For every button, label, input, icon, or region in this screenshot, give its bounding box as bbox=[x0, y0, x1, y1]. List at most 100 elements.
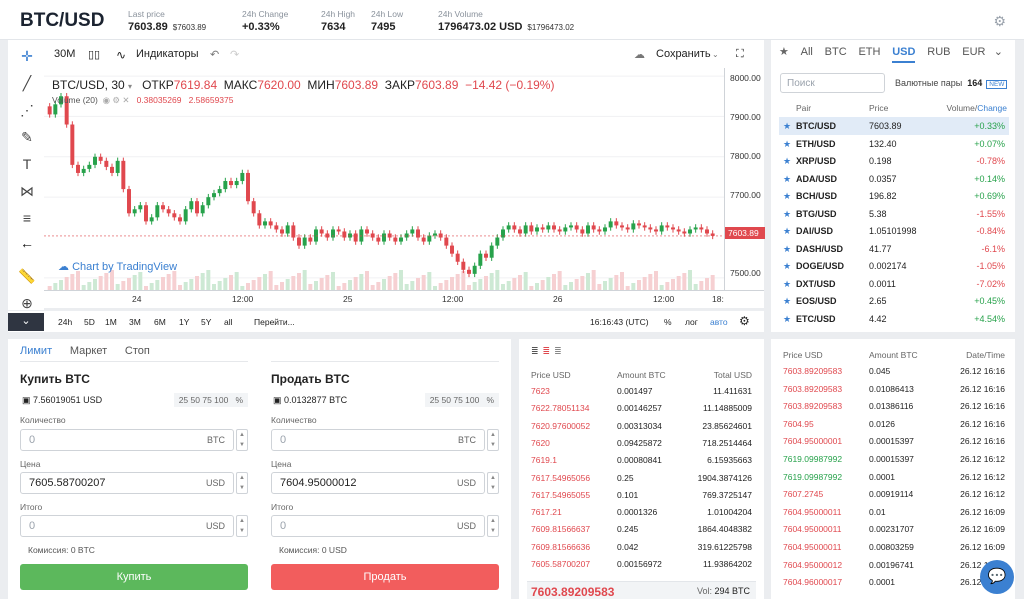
favorite-star-icon[interactable]: ★ bbox=[783, 139, 791, 150]
book-row[interactable]: 7623 0.001497 11.411631 bbox=[531, 386, 752, 400]
sell-price-input[interactable]: 7604.95000012 USD bbox=[271, 472, 485, 494]
buy-percent-picker[interactable]: 25 50 75 100 % bbox=[173, 393, 248, 407]
pattern-tool-icon[interactable]: ⋈ bbox=[17, 181, 37, 201]
buy-price-stepper[interactable]: ▲ ▼ bbox=[236, 472, 248, 494]
tab-eur[interactable]: EUR bbox=[962, 46, 985, 61]
favorite-star-icon[interactable]: ★ bbox=[783, 296, 791, 307]
tabs-chevron-down-icon[interactable]: ⌄ bbox=[994, 45, 1003, 58]
goto-date-button[interactable]: Перейти... bbox=[254, 317, 295, 327]
book-row[interactable]: 7617.21 0.0001326 1.01004204 bbox=[531, 507, 752, 521]
cloud-icon[interactable]: ☁ bbox=[634, 48, 645, 61]
ruler-icon[interactable]: 📏 bbox=[17, 266, 37, 286]
range-6m[interactable]: 6M bbox=[154, 317, 166, 327]
trend-line-icon[interactable]: ╱ bbox=[17, 73, 37, 93]
favorite-star-icon[interactable]: ★ bbox=[783, 279, 791, 290]
percent-toggle[interactable]: % bbox=[664, 317, 672, 327]
market-row[interactable]: ★ XRP/USD 0.198 -0.78% bbox=[779, 152, 1009, 170]
settings-gear-icon[interactable]: ⚙ bbox=[993, 13, 1006, 30]
market-row[interactable]: ★ BCH/USD 196.82 +0.69% bbox=[779, 187, 1009, 205]
candle-style-icon[interactable]: ▯▯ bbox=[88, 48, 100, 61]
time-axis[interactable]: 24 12:00 25 12:00 26 12:00 18: bbox=[44, 290, 764, 308]
tab-all[interactable]: All bbox=[801, 46, 813, 61]
favorite-star-icon[interactable]: ★ bbox=[783, 191, 791, 202]
book-row[interactable]: 7605.58700207 0.00156972 11.93864202 bbox=[531, 559, 752, 573]
sell-total-input[interactable]: 0 USD bbox=[271, 515, 485, 537]
tab-usd[interactable]: USD bbox=[892, 46, 916, 63]
tab-eth[interactable]: ETH bbox=[858, 46, 880, 61]
indicators-button[interactable]: Индикаторы bbox=[136, 48, 199, 60]
buy-qty-input[interactable]: 0 BTC bbox=[20, 429, 234, 451]
text-tool-icon[interactable]: T bbox=[17, 154, 37, 174]
market-row[interactable]: ★ ADA/USD 0.0357 +0.14% bbox=[779, 170, 1009, 188]
market-row[interactable]: ★ BTC/USD 7603.89 +0.33% bbox=[779, 117, 1009, 135]
favorite-star-icon[interactable]: ★ bbox=[783, 156, 791, 167]
price-axis[interactable]: 8000.00 7900.00 7800.00 7700.00 7500.00 … bbox=[724, 68, 765, 290]
fullscreen-icon[interactable]: ⛶ bbox=[736, 48, 744, 61]
tab-market[interactable]: Маркет bbox=[70, 345, 107, 357]
save-dropdown-icon[interactable]: ⌄ bbox=[712, 50, 719, 59]
favorite-star-icon[interactable]: ★ bbox=[783, 174, 791, 185]
col-volume[interactable]: Volume/ bbox=[947, 103, 978, 113]
range-3m[interactable]: 3M bbox=[129, 317, 141, 327]
col-pair[interactable]: Pair bbox=[796, 103, 811, 113]
sell-percent-picker[interactable]: 25 50 75 100 % bbox=[424, 393, 499, 407]
market-row[interactable]: ★ ETC/USD 4.42 +4.54% bbox=[779, 310, 1009, 328]
range-5y[interactable]: 5Y bbox=[201, 317, 211, 327]
favorite-star-icon[interactable]: ★ bbox=[783, 226, 791, 237]
redo-icon[interactable]: ↷ bbox=[230, 48, 239, 61]
book-view-toggle-icons[interactable]: ≣≣≣ bbox=[531, 346, 566, 357]
auto-toggle[interactable]: авто bbox=[710, 317, 728, 327]
buy-qty-stepper[interactable]: ▲ ▼ bbox=[236, 429, 248, 451]
market-search-input[interactable] bbox=[780, 73, 885, 93]
book-row[interactable]: 7609.81566636 0.042 319.61225798 bbox=[531, 542, 752, 556]
back-arrow-icon[interactable]: ← bbox=[17, 233, 37, 253]
save-button[interactable]: Сохранить bbox=[656, 48, 711, 60]
market-row[interactable]: ★ DASH/USD 41.77 -6.1% bbox=[779, 240, 1009, 258]
market-row[interactable]: ★ ETH/USD 132.40 +0.07% bbox=[779, 135, 1009, 153]
range-all[interactable]: all bbox=[224, 317, 233, 327]
book-row[interactable]: 7609.81566637 0.245 1864.4048382 bbox=[531, 524, 752, 538]
favorite-star-icon[interactable]: ★ bbox=[783, 209, 791, 220]
sell-total-stepper[interactable]: ▲ ▼ bbox=[487, 515, 499, 537]
sell-qty-stepper[interactable]: ▲ ▼ bbox=[487, 429, 499, 451]
favorites-star-icon[interactable]: ★ bbox=[779, 45, 789, 61]
favorite-star-icon[interactable]: ★ bbox=[783, 314, 791, 325]
chart-symbol[interactable]: BTC/USD, 30 bbox=[52, 78, 125, 92]
favorite-star-icon[interactable]: ★ bbox=[783, 261, 791, 272]
market-row[interactable]: ★ DAI/USD 1.05101998 -0.84% bbox=[779, 222, 1009, 240]
book-row[interactable]: 7620 0.09425872 718.2514464 bbox=[531, 438, 752, 452]
market-row[interactable]: ★ BTG/USD 5.38 -1.55% bbox=[779, 205, 1009, 223]
book-row[interactable]: 7620.97600052 0.00313034 23.85624601 bbox=[531, 421, 752, 435]
undo-icon[interactable]: ↶ bbox=[210, 48, 219, 61]
tradingview-credit[interactable]: ☁ Chart by TradingView bbox=[58, 260, 177, 273]
collapse-chevron-icon[interactable]: ⌄ bbox=[8, 313, 44, 331]
buy-button[interactable]: Купить bbox=[20, 564, 248, 590]
fib-tool-icon[interactable]: ⋰ bbox=[17, 100, 37, 120]
book-row[interactable]: 7617.54965055 0.101 769.3725147 bbox=[531, 490, 752, 504]
col-price[interactable]: Price bbox=[869, 103, 888, 113]
sell-price-stepper[interactable]: ▲ ▼ bbox=[487, 472, 499, 494]
interval-button[interactable]: 30M bbox=[54, 48, 75, 60]
market-row[interactable]: ★ DOGE/USD 0.002174 -1.05% bbox=[779, 257, 1009, 275]
chat-bubble-icon[interactable]: 💬 bbox=[980, 560, 1014, 594]
chart-settings-icon[interactable]: ⚙ bbox=[739, 314, 750, 328]
tab-stop[interactable]: Стоп bbox=[125, 345, 150, 357]
col-change[interactable]: Change bbox=[977, 103, 1007, 113]
range-5d[interactable]: 5D bbox=[84, 317, 95, 327]
book-row[interactable]: 7622.78051134 0.00146257 11.14885009 bbox=[531, 403, 752, 417]
market-row[interactable]: ★ EOS/USD 2.65 +0.45% bbox=[779, 292, 1009, 310]
tab-limit[interactable]: Лимит bbox=[20, 345, 52, 357]
sell-button[interactable]: Продать bbox=[271, 564, 499, 590]
favorite-star-icon[interactable]: ★ bbox=[783, 244, 791, 255]
buy-price-input[interactable]: 7605.58700207 USD bbox=[20, 472, 234, 494]
prediction-tool-icon[interactable]: ≡ bbox=[17, 208, 37, 228]
book-row[interactable]: 7617.54965056 0.25 1904.3874126 bbox=[531, 473, 752, 487]
indicators-icon[interactable]: ∿ bbox=[116, 48, 126, 62]
market-row[interactable]: ★ DXT/USD 0.0011 -7.02% bbox=[779, 275, 1009, 293]
tab-btc[interactable]: BTC bbox=[825, 46, 847, 61]
tab-rub[interactable]: RUB bbox=[927, 46, 950, 61]
crosshair-icon[interactable]: ✛ bbox=[17, 46, 37, 66]
book-row[interactable]: 7619.1 0.00080841 6.15935663 bbox=[531, 455, 752, 469]
buy-total-stepper[interactable]: ▲ ▼ bbox=[236, 515, 248, 537]
favorite-star-icon[interactable]: ★ bbox=[783, 121, 791, 132]
